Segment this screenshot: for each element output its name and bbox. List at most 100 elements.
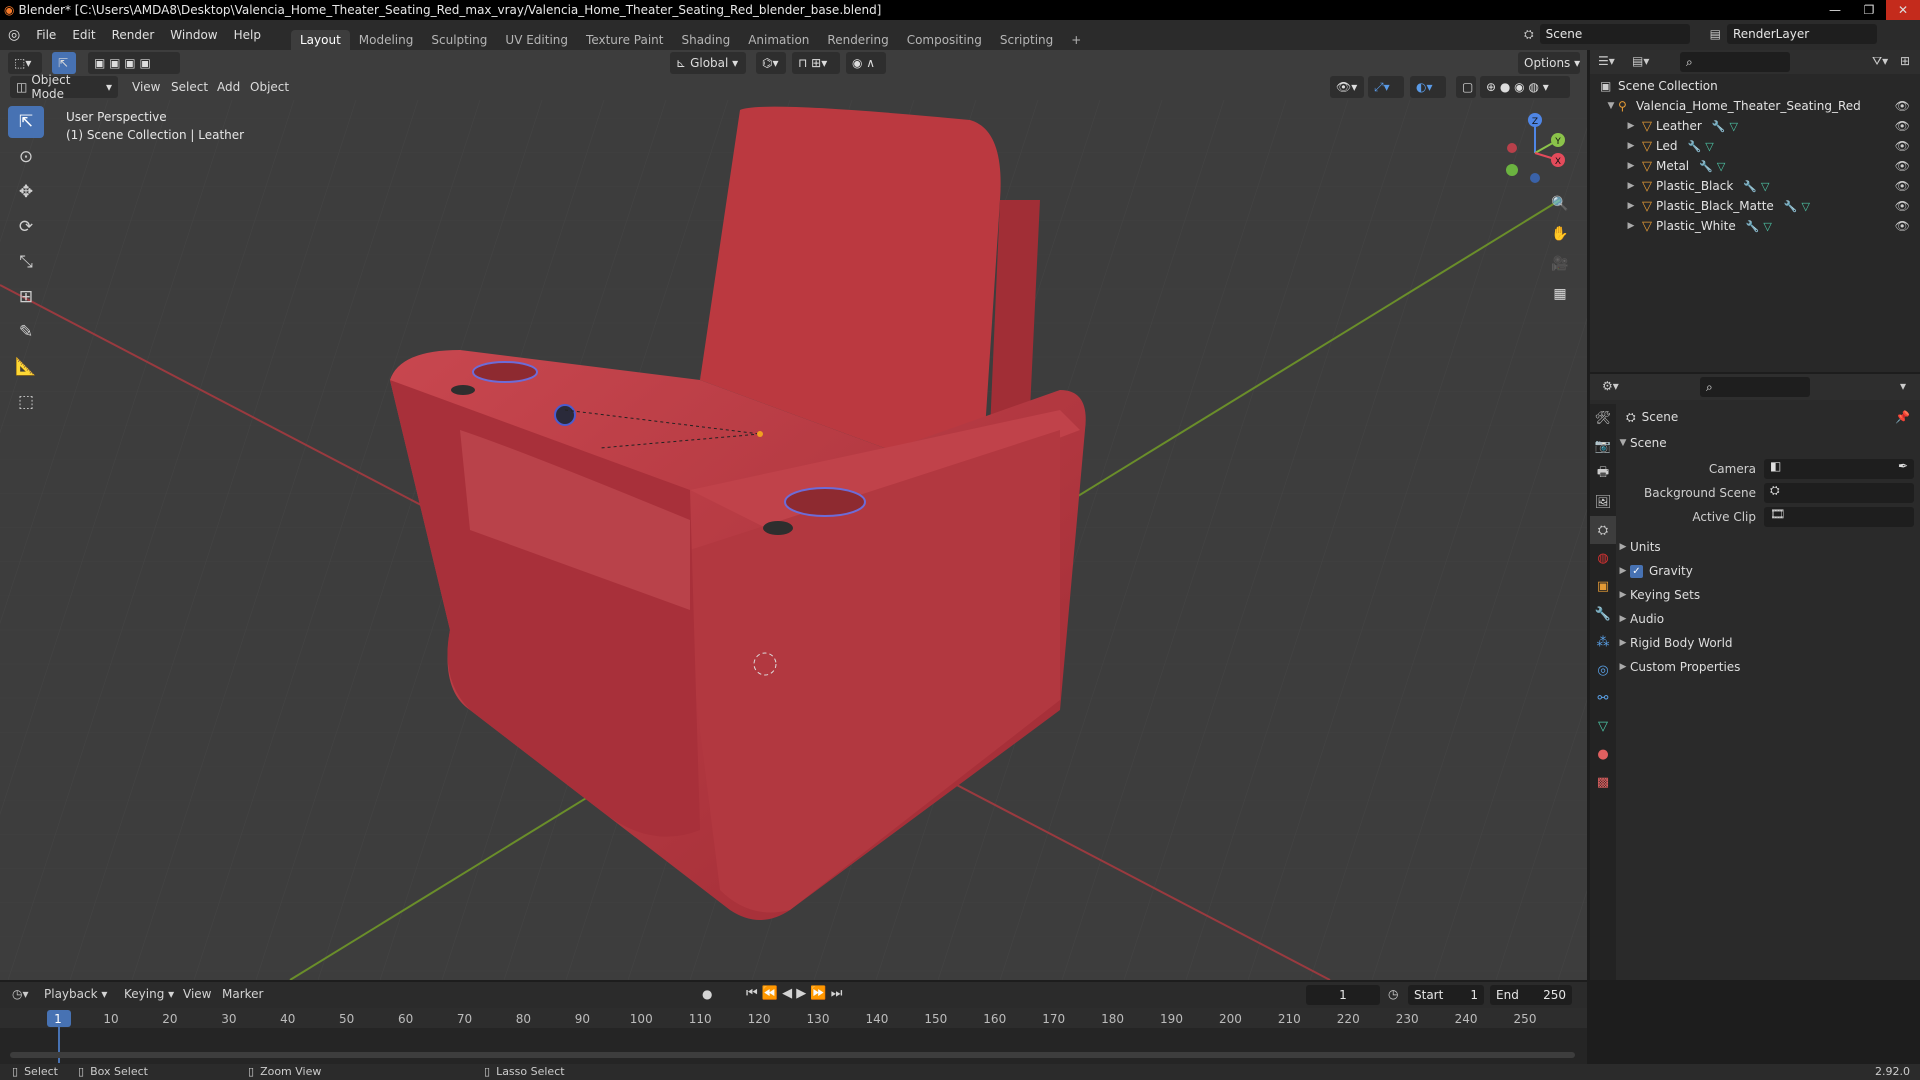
display-mode-icon[interactable]: ▤▾ <box>1632 54 1649 68</box>
perspective-toggle-icon[interactable]: ▦ <box>1548 282 1572 306</box>
transform-orientation-dropdown[interactable]: ⊾ Global ▾ <box>670 52 746 74</box>
expand-arrow-icon[interactable]: ▶ <box>1624 121 1638 131</box>
measure-tool-icon[interactable]: 📐 <box>8 351 44 383</box>
close-button[interactable]: ✕ <box>1886 0 1920 20</box>
subpanel-audio[interactable]: ▶ Audio <box>1616 608 1920 630</box>
subpanel-rigid-body-world[interactable]: ▶ Rigid Body World <box>1616 632 1920 654</box>
expand-arrow-icon[interactable]: ▶ <box>1624 141 1638 151</box>
tree-row-object[interactable]: ▶ ▽ Plastic_Black 🔧 ▽ 👁 <box>1590 176 1920 196</box>
output-tab-icon[interactable]: 🖶 <box>1590 460 1616 488</box>
subpanel-units[interactable]: ▶ Units <box>1616 536 1920 558</box>
timeline[interactable]: 1 10 20 30 40 50 60 70 80 90 100 110 120 130 140 150 160… <box>0 1008 1587 1064</box>
move-tool-icon[interactable]: ✥ <box>8 176 44 208</box>
3d-viewport[interactable]: ⬚▾ ⇱ ▣ ▣ ▣ ▣ ⊾ Global ▾ ⌬▾ ⊓ ⊞▾ ◉ ∧ Optio… <box>0 50 1587 980</box>
view-layer-tab-icon[interactable]: 🖼 <box>1590 488 1616 516</box>
pin-icon[interactable]: 📌 <box>1895 410 1910 424</box>
panel-expand-icon[interactable]: ▶ <box>1616 614 1630 624</box>
mesh-data-icon[interactable]: ▽ <box>1705 140 1713 153</box>
overlay-toggle-icon[interactable]: ◐▾ <box>1410 76 1446 98</box>
timeline-menu-keying[interactable]: Keying ▾ <box>124 987 174 1001</box>
mesh-data-icon[interactable]: ▽ <box>1761 180 1769 193</box>
scene-tab-icon[interactable]: ⛭ <box>1590 516 1616 544</box>
render-tab-icon[interactable]: 📷 <box>1590 432 1616 460</box>
expand-arrow-icon[interactable]: ▶ <box>1624 181 1638 191</box>
tree-row-object[interactable]: ▶ ▽ Plastic_White 🔧 ▽ 👁 <box>1590 216 1920 236</box>
start-frame-field[interactable]: Start 1 <box>1408 985 1484 1005</box>
transform-tool-icon[interactable]: ⊞ <box>8 281 44 313</box>
properties-menu-icon[interactable]: ▾ <box>1900 379 1906 393</box>
expand-arrow-icon[interactable]: ▶ <box>1624 201 1638 211</box>
minimize-button[interactable]: — <box>1818 0 1852 20</box>
panel-expand-icon[interactable]: ▶ <box>1616 566 1630 576</box>
modifier-wrench-icon[interactable]: 🔧 <box>1687 140 1701 153</box>
tab-sculpting[interactable]: Sculpting <box>422 30 496 50</box>
scene-panel-header[interactable]: ▼ Scene <box>1616 432 1920 454</box>
panel-expand-icon[interactable]: ▶ <box>1616 662 1630 672</box>
menu-window[interactable]: Window <box>162 28 225 42</box>
cursor-tool-icon[interactable]: ⊙ <box>8 141 44 173</box>
mesh-data-icon[interactable]: ▽ <box>1717 160 1725 173</box>
scene-field[interactable]: Scene <box>1539 24 1690 44</box>
tree-row-object[interactable]: ▶ ▽ Led 🔧 ▽ 👁 <box>1590 136 1920 156</box>
tree-row-scene-collection[interactable]: ▣ Scene Collection <box>1590 76 1920 96</box>
current-frame-field[interactable]: 1 <box>1306 985 1380 1005</box>
tab-texture-paint[interactable]: Texture Paint <box>577 30 672 50</box>
panel-expand-icon[interactable]: ▶ <box>1616 638 1630 648</box>
properties-editor-icon[interactable]: ⚙▾ <box>1602 379 1619 393</box>
view-layer-field[interactable]: RenderLayer <box>1726 24 1877 44</box>
timeline-menu-playback[interactable]: Playback ▾ <box>44 987 107 1001</box>
snap-icon[interactable]: ⊓ ⊞▾ <box>792 52 840 74</box>
pivot-point-icon[interactable]: ⌬▾ <box>756 52 786 74</box>
material-tab-icon[interactable]: ● <box>1590 740 1616 768</box>
timeline-scrollbar[interactable] <box>10 1052 1575 1058</box>
background-scene-field[interactable]: ⛭ <box>1764 483 1914 503</box>
subpanel-gravity[interactable]: ▶ ✓ Gravity <box>1616 560 1920 582</box>
visibility-eye-icon[interactable]: 👁 <box>1895 179 1910 193</box>
constraints-tab-icon[interactable]: ⚯ <box>1590 684 1616 712</box>
tree-row-object[interactable]: ▶ ▽ Plastic_Black_Matte 🔧 ▽ 👁 <box>1590 196 1920 216</box>
timeline-menu-view[interactable]: View <box>183 987 211 1001</box>
modifier-wrench-icon[interactable]: 🔧 <box>1784 200 1798 213</box>
modifier-wrench-icon[interactable]: 🔧 <box>1746 220 1760 233</box>
options-dropdown[interactable]: Options ▾ <box>1518 52 1580 74</box>
panel-expand-icon[interactable]: ▶ <box>1616 590 1630 600</box>
modifier-wrench-icon[interactable]: 🔧 <box>1743 180 1757 193</box>
navigation-gizmo[interactable]: Z Y X <box>1490 108 1570 188</box>
add-cube-tool-icon[interactable]: ⬚ <box>8 386 44 418</box>
pan-hand-icon[interactable]: ✋ <box>1548 222 1572 246</box>
record-icon[interactable]: ● <box>702 987 712 1001</box>
active-clip-field[interactable]: 🎞 <box>1764 507 1914 527</box>
gizmo-toggle-icon[interactable]: ⤢▾ <box>1368 76 1404 98</box>
tab-modeling[interactable]: Modeling <box>350 30 423 50</box>
menu-help[interactable]: Help <box>226 28 269 42</box>
add-workspace-icon[interactable]: + <box>1062 30 1090 50</box>
mesh-data-tab-icon[interactable]: ▽ <box>1590 712 1616 740</box>
outliner-search-input[interactable]: ⌕ <box>1680 52 1790 72</box>
end-frame-field[interactable]: End 250 <box>1490 985 1572 1005</box>
timeline-menu-marker[interactable]: Marker <box>222 987 263 1001</box>
visibility-eye-icon[interactable]: 👁 <box>1895 119 1910 133</box>
selection-mode-icons[interactable]: ▣ ▣ ▣ ▣ <box>88 52 180 74</box>
subpanel-keying-sets[interactable]: ▶ Keying Sets <box>1616 584 1920 606</box>
visibility-icon[interactable]: 👁▾ <box>1330 76 1364 98</box>
tree-row-object[interactable]: ▶ ▽ Leather 🔧 ▽ 👁 <box>1590 116 1920 136</box>
clock-icon[interactable]: ◷ <box>1388 987 1398 1001</box>
mesh-data-icon[interactable]: ▽ <box>1730 120 1738 133</box>
visibility-eye-icon[interactable]: 👁 <box>1895 159 1910 173</box>
tab-shading[interactable]: Shading <box>672 30 739 50</box>
maximize-button[interactable]: ❐ <box>1852 0 1886 20</box>
viewport-menu-object[interactable]: Object <box>250 80 289 94</box>
select-tool-icon[interactable]: ⇱ <box>52 52 76 74</box>
menu-file[interactable]: File <box>28 28 64 42</box>
select-box-tool-icon[interactable]: ⇱ <box>8 106 44 138</box>
gravity-checkbox[interactable]: ✓ <box>1630 564 1643 578</box>
tab-rendering[interactable]: Rendering <box>818 30 897 50</box>
visibility-eye-icon[interactable]: 👁 <box>1895 99 1910 113</box>
particles-tab-icon[interactable]: ⁂ <box>1590 628 1616 656</box>
visibility-eye-icon[interactable]: 👁 <box>1895 219 1910 233</box>
editor-type-icon[interactable]: ⬚▾ <box>8 52 42 74</box>
viewport-menu-view[interactable]: View <box>132 80 160 94</box>
object-mode-dropdown[interactable]: ◫ Object Mode ▾ <box>10 73 118 101</box>
panel-expand-icon[interactable]: ▶ <box>1616 542 1630 552</box>
new-collection-icon[interactable]: ⊞ <box>1900 54 1910 68</box>
